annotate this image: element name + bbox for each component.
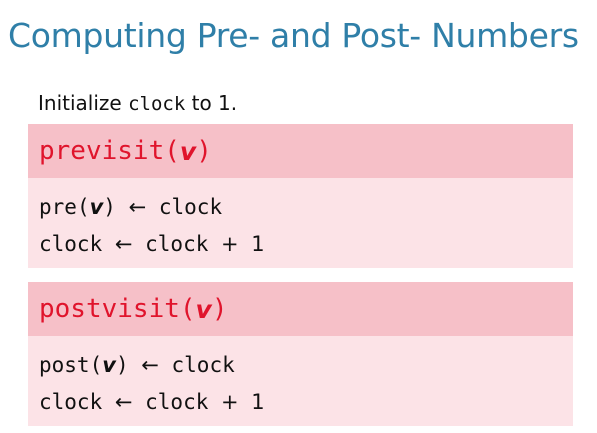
procedure-name: previsit [39,136,165,166]
intro-suffix: to 1. [185,91,238,115]
code-line-clock-increment: clock ← clock + 1 [39,384,573,421]
rhs-value: clock [145,390,209,414]
increment-number: 1 [251,232,265,256]
intro-text: Initialize clock to 1. [38,90,237,117]
assign-arrow: ← [114,232,133,256]
postvisit-body: post(v) ← clock clock ← clock + 1 [28,336,573,426]
open-paren: ( [89,353,103,377]
close-paren: ) [103,195,116,219]
lhs-variable: clock [39,232,103,256]
lhs-variable: clock [39,390,103,414]
close-paren: ) [211,294,228,324]
assign-arrow: ← [114,390,133,414]
lhs-argument: v [102,353,116,377]
rhs-value: clock [158,195,223,219]
postvisit-block: postvisit(v) post(v) ← clock clock ← clo… [28,282,573,426]
lhs-argument: v [89,195,104,219]
plus-operator: + [221,232,239,256]
close-paren: ) [115,353,129,377]
procedure-name: postvisit [39,294,180,324]
intro-code: clock [128,93,186,115]
increment-number: 1 [251,390,265,414]
procedure-param: v [179,136,197,166]
code-line-pre-assign: pre(v) ← clock [39,189,573,226]
open-paren: ( [164,136,180,166]
lhs-function: pre [39,195,77,219]
assign-arrow: ← [141,353,159,377]
open-paren: ( [179,294,196,324]
intro-prefix: Initialize [38,91,129,115]
previsit-body: pre(v) ← clock clock ← clock + 1 [28,178,573,268]
code-line-post-assign: post(v) ← clock [39,347,573,384]
open-paren: ( [76,195,90,219]
slide-title: Computing Pre- and Post- Numbers [8,16,579,55]
code-line-clock-increment: clock ← clock + 1 [39,226,573,263]
rhs-value: clock [145,232,209,256]
plus-operator: + [221,390,239,414]
rhs-value: clock [171,353,235,377]
previsit-header: previsit(v) [28,124,573,178]
postvisit-header: postvisit(v) [28,282,573,336]
procedure-param: v [195,294,212,324]
lhs-function: post [39,353,90,377]
assign-arrow: ← [128,195,147,219]
previsit-block: previsit(v) pre(v) ← clock clock ← clock… [28,124,573,268]
close-paren: ) [196,136,212,166]
